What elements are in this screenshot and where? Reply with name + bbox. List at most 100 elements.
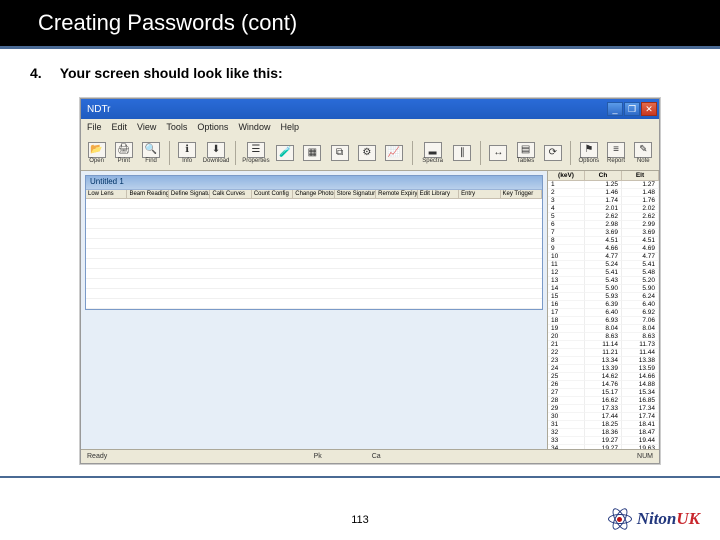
rp-cell: 20: [548, 333, 585, 341]
grid-header[interactable]: Define Signature: [169, 190, 210, 198]
rp-cell: 26: [548, 381, 585, 389]
tool-btn19[interactable]: ⟳: [541, 145, 564, 161]
rp-cell: 11.73: [622, 341, 659, 349]
tool-btn11[interactable]: ⚙: [355, 145, 378, 161]
tool-btn9[interactable]: ▦: [301, 145, 324, 161]
tool-icon: ▂: [424, 142, 442, 158]
rp-row: 145.905.90: [548, 285, 659, 293]
toolbar: 📂Open🖨Print🔍Find ℹInfo⬇Download ☰Propertie…: [81, 135, 659, 171]
rp-cell: 19: [548, 325, 585, 333]
tool-icon: ℹ: [178, 142, 196, 158]
grid-header[interactable]: Low Lens: [86, 190, 127, 198]
tool-btn8[interactable]: 🧪: [274, 145, 297, 161]
rp-cell: 13.39: [585, 365, 622, 373]
rp-cell: 15.17: [585, 389, 622, 397]
tool-note[interactable]: ✎Note: [632, 142, 655, 164]
grid-header[interactable]: Remote Expiry: [376, 190, 417, 198]
tool-tables[interactable]: ▤Tables: [514, 142, 537, 164]
rp-row: 115.245.41: [548, 261, 659, 269]
tool-options[interactable]: ⚑Options: [577, 142, 600, 164]
tool-btn15[interactable]: ∥: [451, 145, 474, 161]
menu-tools[interactable]: Tools: [166, 122, 187, 132]
tool-open[interactable]: 📂Open: [85, 142, 108, 164]
rp-cell: 15.34: [622, 389, 659, 397]
rp-cell: 27: [548, 389, 585, 397]
rp-cell: 2.62: [622, 213, 659, 221]
grid-header[interactable]: Key Trigger: [501, 190, 542, 198]
tool-download[interactable]: ⬇Download: [203, 142, 230, 164]
rp-cell: 10: [548, 253, 585, 261]
menu-help[interactable]: Help: [280, 122, 299, 132]
left-panel: Untitled 1 Low LensBeam ReadingDefine Si…: [81, 171, 547, 449]
close-button[interactable]: ✕: [641, 102, 657, 116]
rp-cell: 6.24: [622, 293, 659, 301]
rp-cell: 1.48: [622, 189, 659, 197]
rp-cell: 32: [548, 429, 585, 437]
rp-cell: 13: [548, 277, 585, 285]
menu-file[interactable]: File: [87, 122, 102, 132]
tool-icon: ▦: [303, 145, 321, 161]
rp-row: 125.415.48: [548, 269, 659, 277]
grid-row: [86, 219, 542, 229]
rp-cell: 31: [548, 421, 585, 429]
menu-options[interactable]: Options: [197, 122, 228, 132]
rp-cell: 2.98: [585, 221, 622, 229]
rp-cell: 18.47: [622, 429, 659, 437]
grid-header[interactable]: Edit Library: [418, 190, 459, 198]
logo-text: NitonUK: [637, 509, 700, 529]
rp-row: 104.774.77: [548, 253, 659, 261]
tool-btn12[interactable]: 📈: [382, 145, 405, 161]
grid-header-row: Low LensBeam ReadingDefine SignatureCalk…: [86, 190, 542, 199]
rp-cell: 3.69: [585, 229, 622, 237]
statusbar: Ready Pk Ca NUM: [81, 449, 659, 463]
atom-core: [617, 517, 622, 522]
rp-row: 62.982.99: [548, 221, 659, 229]
tool-print[interactable]: 🖨Print: [112, 142, 135, 164]
right-panel-body: 11.251.2721.461.4831.741.7642.012.0252.6…: [548, 181, 659, 449]
tool-info[interactable]: ℹInfo: [175, 142, 198, 164]
rp-cell: 16.62: [585, 397, 622, 405]
grid-header[interactable]: Entry: [459, 190, 500, 198]
step-4: 4. Your screen should look like this:: [0, 49, 720, 81]
menu-window[interactable]: Window: [238, 122, 270, 132]
menu-edit[interactable]: Edit: [112, 122, 128, 132]
rp-cell: 4.77: [622, 253, 659, 261]
tool-find[interactable]: 🔍Find: [139, 142, 162, 164]
menu-view[interactable]: View: [137, 122, 156, 132]
tool-properties[interactable]: ☰Properties: [242, 142, 269, 164]
rp-row: 2413.3913.59: [548, 365, 659, 373]
rp-cell: 19.27: [585, 437, 622, 445]
tool-btn17[interactable]: ↔: [487, 145, 510, 161]
grid-header[interactable]: Beam Reading: [127, 190, 168, 198]
tool-btn10[interactable]: ⧉: [328, 145, 351, 161]
minimize-button[interactable]: _: [607, 102, 623, 116]
rp-cell: 5.43: [585, 277, 622, 285]
rp-cell: 5.90: [622, 285, 659, 293]
rp-row: 2816.6216.85: [548, 397, 659, 405]
rp-row: 11.251.27: [548, 181, 659, 189]
rp-row: 186.937.06: [548, 317, 659, 325]
rp-row: 2111.1411.73: [548, 341, 659, 349]
tool-report[interactable]: ≡Report: [604, 142, 627, 164]
rp-cell: 17.34: [622, 405, 659, 413]
rp-cell: 1.76: [622, 197, 659, 205]
rp-cell: 6.93: [585, 317, 622, 325]
grid-header[interactable]: Count Config: [252, 190, 293, 198]
grid-header[interactable]: Store Signature: [335, 190, 376, 198]
rp-cell: 17.44: [585, 413, 622, 421]
rp-row: 2715.1715.34: [548, 389, 659, 397]
rp-cell: 17: [548, 309, 585, 317]
step-text: Your screen should look like this:: [60, 65, 283, 81]
tool-spectra[interactable]: ▂Spectra: [419, 142, 447, 164]
rp-cell: 8.63: [622, 333, 659, 341]
grid-header[interactable]: Calk Curves: [210, 190, 251, 198]
status-mid: Pk Ca: [314, 453, 431, 460]
rp-row: 31.741.76: [548, 197, 659, 205]
tool-label: Properties: [242, 158, 269, 164]
rp-row: 2917.3317.34: [548, 405, 659, 413]
maximize-button[interactable]: ❐: [624, 102, 640, 116]
toolbar-sep: [412, 141, 413, 165]
status-left: Ready: [87, 453, 107, 460]
rp-h2: Ch: [585, 171, 622, 180]
grid-header[interactable]: Change Photos: [293, 190, 334, 198]
